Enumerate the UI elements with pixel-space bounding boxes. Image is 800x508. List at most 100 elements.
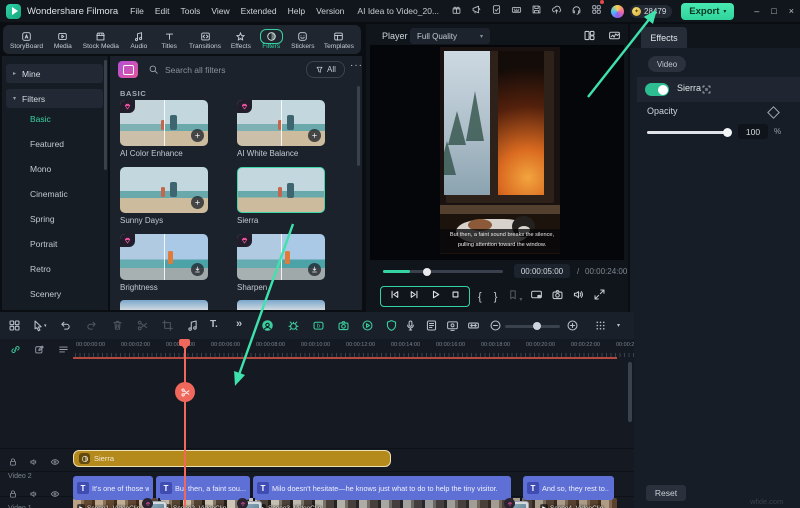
tab-effects[interactable]: Effects — [228, 29, 253, 51]
menu-tools[interactable]: Tools — [181, 6, 201, 16]
transition-badge-1[interactable] — [145, 501, 167, 508]
opacity-value-field[interactable]: 100 — [738, 124, 768, 139]
play-button[interactable] — [429, 288, 442, 306]
undo-button[interactable] — [59, 319, 72, 337]
category-pill-video[interactable]: Video — [648, 56, 686, 72]
filter-card-sunny-days[interactable]: Sunny Days — [120, 167, 208, 225]
sidebar-item-featured[interactable]: Featured — [30, 139, 64, 149]
tab-stock-media[interactable]: Stock Media — [81, 29, 121, 51]
sidebar-item-mono[interactable]: Mono — [30, 164, 51, 174]
transition-badge-2[interactable] — [240, 501, 262, 508]
filter-card-sharpen[interactable]: Sharpen — [237, 234, 325, 292]
tab-audio[interactable]: Audio — [126, 29, 151, 51]
text-clip-3[interactable]: TMilo doesn't hesitate—he knows just wha… — [253, 476, 511, 500]
timeline-zoom-knob[interactable] — [533, 322, 541, 330]
avatar[interactable] — [611, 5, 624, 18]
track-speaker-button[interactable] — [29, 486, 39, 504]
tab-effects[interactable]: Effects — [641, 27, 687, 48]
headset-button[interactable] — [571, 2, 582, 20]
download-filter-button[interactable] — [191, 263, 204, 276]
audio-notes-button[interactable] — [425, 319, 438, 337]
cloud-upload-button[interactable] — [551, 2, 562, 20]
add-filter-button[interactable] — [191, 196, 204, 209]
track-eye-button[interactable] — [50, 454, 60, 472]
delete-button[interactable] — [111, 319, 124, 337]
track-eye-button[interactable] — [50, 486, 60, 504]
sidebar-item-portrait[interactable]: Portrait — [30, 239, 57, 249]
menu-extended[interactable]: Extended — [241, 6, 277, 16]
opacity-slider[interactable] — [647, 131, 728, 134]
filter-clip-sierra[interactable]: Sierra — [73, 450, 391, 467]
transition-badge-3[interactable] — [507, 501, 529, 508]
filter-card-partial[interactable] — [120, 300, 208, 310]
auto-ripple-button[interactable] — [467, 319, 480, 337]
tab-filters[interactable]: Filters — [259, 29, 284, 51]
crop-button[interactable] — [161, 319, 174, 337]
tab-media[interactable]: Media — [50, 29, 75, 51]
filter-card-ai-white-balance[interactable]: AI White Balance — [237, 100, 325, 158]
keyframe-diamond-icon[interactable] — [767, 106, 780, 119]
track-lock-button[interactable] — [8, 486, 18, 504]
keyboard-button[interactable] — [511, 2, 522, 20]
menu-file[interactable]: File — [130, 6, 144, 16]
stop-button[interactable] — [449, 288, 462, 306]
download-filter-button[interactable] — [308, 263, 321, 276]
zoom-out-button[interactable] — [489, 319, 502, 337]
minimize-button[interactable]: – — [754, 6, 759, 16]
screen-record-button[interactable] — [446, 319, 459, 337]
ai-smart-cutout-button[interactable] — [287, 319, 300, 337]
search-input[interactable] — [163, 61, 285, 79]
sidebar-item-cinematic[interactable]: Cinematic — [30, 189, 68, 199]
video-scope-icon[interactable] — [608, 29, 621, 42]
filter-card-sierra[interactable]: Sierra — [237, 167, 325, 225]
megaphone-button[interactable] — [471, 2, 482, 20]
track-speaker-button[interactable] — [29, 454, 39, 472]
close-button[interactable]: × — [789, 6, 794, 16]
snapshot-button[interactable] — [551, 288, 564, 306]
tab-templates[interactable]: Templates — [322, 29, 356, 51]
sidebar-scrollbar[interactable] — [104, 60, 107, 170]
timeline-ruler[interactable]: 00:00:00:0000:00:02:0000:00:04:0000:00:0… — [72, 339, 634, 357]
effect-enable-toggle[interactable] — [645, 83, 669, 96]
tab-titles[interactable]: Titles — [157, 29, 182, 51]
sidebar-item-scenery[interactable]: Scenery — [30, 289, 61, 299]
timeline-zoom-slider[interactable] — [505, 325, 560, 328]
mark-out-button[interactable]: } — [494, 291, 498, 303]
more-tools-button[interactable]: » — [236, 318, 242, 330]
apps-button[interactable] — [591, 2, 602, 20]
ai-portrait-button[interactable] — [261, 319, 274, 337]
preview-canvas[interactable]: But then, a faint sound breaks the silen… — [370, 45, 624, 260]
save-button[interactable] — [531, 2, 542, 20]
mirror-display-button[interactable] — [530, 288, 543, 306]
cursor-dropdown-caret[interactable]: ▾ — [44, 323, 47, 329]
text-clip-2[interactable]: TBut then, a faint sou... — [156, 476, 250, 500]
redo-button[interactable] — [85, 319, 98, 337]
split-button[interactable] — [136, 319, 149, 337]
tab-stickers[interactable]: Stickers — [289, 29, 316, 51]
filter-card-partial[interactable] — [237, 300, 325, 310]
panel-layout-button[interactable] — [8, 319, 21, 337]
ai-broll-button[interactable]: b — [312, 319, 325, 337]
voiceover-button[interactable] — [404, 319, 417, 337]
add-filter-button[interactable] — [308, 129, 321, 142]
filter-all-button[interactable]: All — [306, 61, 345, 78]
text-clip-1[interactable]: TIt's one of those win... — [73, 476, 153, 500]
menu-edit[interactable]: Edit — [155, 6, 170, 16]
preview-render-button[interactable] — [361, 319, 374, 337]
track-manager-caret[interactable]: ▾ — [617, 322, 620, 329]
tasklist-button[interactable] — [491, 2, 502, 20]
opacity-slider-knob[interactable] — [723, 128, 732, 137]
text-clip-4[interactable]: TAnd so, they rest to.. — [523, 476, 614, 500]
quality-dropdown[interactable]: Full Quality ▾ — [410, 28, 490, 44]
add-filter-button[interactable] — [191, 129, 204, 142]
filter-card-brightness[interactable]: Brightness — [120, 234, 208, 292]
progress-knob[interactable] — [423, 268, 431, 276]
previous-frame-button[interactable] — [388, 288, 401, 306]
tab-transitions[interactable]: Transitions — [187, 29, 223, 51]
layout-grid-icon[interactable] — [583, 29, 596, 42]
sidebar-item-spring[interactable]: Spring — [30, 214, 55, 224]
text-tool-button[interactable]: T. — [210, 319, 218, 330]
more-options-button[interactable]: ··· — [350, 60, 362, 71]
playhead-handle[interactable] — [179, 339, 190, 346]
tab-storyboard[interactable]: StoryBoard — [8, 29, 45, 51]
